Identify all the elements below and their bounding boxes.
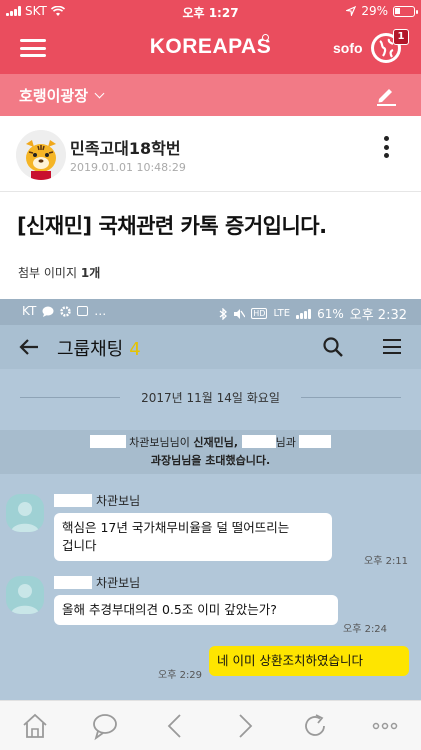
redacted-name [89, 435, 126, 448]
sender-avatar[interactable] [6, 576, 44, 614]
system-message: 차관보님님이 신재민님, 님과 과장님님을 초대했습니다. [0, 430, 421, 474]
hd-icon: HD [251, 308, 268, 319]
redacted-name [299, 435, 332, 448]
board-name: 호랭이광장 [19, 87, 89, 105]
location-arrow-icon [346, 6, 357, 16]
system-message-part1: 차관보님님이 [129, 436, 190, 449]
board-bar: 호랭이광장 [0, 74, 421, 116]
system-message-part2: 신재민님, [193, 436, 239, 449]
ios-status-bar: SKT 오후 1:27 29% [0, 0, 421, 22]
more-options-icon[interactable] [381, 136, 391, 158]
message-line: 겁니다 [62, 538, 97, 553]
message-line: 네 이미 상환조치하였습니다 [217, 653, 363, 668]
sofo-link[interactable]: sofo [333, 40, 363, 56]
message-line: 올해 추경부대의견 0.5조 이미 갚았는가? [62, 602, 277, 617]
home-icon[interactable] [20, 711, 50, 741]
message-bubble[interactable]: 핵심은 17년 국가채무비율을 덜 떨어뜨리는 겁니다 [54, 513, 332, 561]
system-message-part3: 님과 [275, 436, 296, 449]
redacted-name [54, 576, 92, 589]
mute-icon [234, 308, 246, 319]
battery-icon [393, 5, 418, 17]
avatar[interactable] [16, 130, 66, 180]
settings-icon [60, 305, 71, 317]
notification-badge[interactable]: 1 [393, 29, 409, 45]
bottom-navigation [0, 700, 421, 750]
forward-chevron-icon[interactable] [230, 711, 260, 741]
chat-toolbar: 그룹채팅 4 [0, 325, 421, 369]
member-count: 4 [129, 339, 141, 360]
chevron-down-icon [94, 88, 105, 99]
message-sender: 차관보님 [54, 574, 140, 591]
chat-title-text: 그룹채팅 [57, 339, 124, 360]
attached-chat-image[interactable]: KT … HD LTE 61% 오후 2:32 그룹채팅 4 2017년 11월 … [0, 299, 421, 700]
system-message-part4: 과장님님을 초대했습니다. [150, 454, 271, 467]
shot-battery: 61% [317, 306, 344, 321]
my-message-bubble[interactable]: 네 이미 상환조치하였습니다 [209, 646, 409, 676]
chat-bubble-icon [42, 306, 54, 317]
board-selector[interactable]: 호랭이광장 [19, 85, 105, 106]
shot-time: 오후 2:32 [349, 308, 407, 323]
tiger-mascot-icon [16, 130, 66, 180]
attachment-label: 첨부 이미지 [18, 266, 78, 280]
post-title: [신재민] 국채관련 카톡 증거입니다. [17, 214, 327, 238]
sender-avatar[interactable] [6, 494, 44, 532]
date-divider: 2017년 11월 14일 화요일 [20, 389, 401, 405]
back-arrow-icon[interactable] [18, 336, 40, 358]
chat-menu-icon[interactable] [383, 339, 401, 354]
refresh-icon[interactable] [300, 711, 330, 741]
redacted-name [54, 494, 92, 507]
more-icon[interactable] [370, 711, 400, 741]
search-icon[interactable] [322, 336, 344, 358]
brand-dot-icon [262, 34, 269, 41]
post-date: 2019.01.01 10:48:29 [70, 161, 186, 174]
shot-carrier: KT [22, 304, 37, 318]
chat-title: 그룹채팅 4 [57, 335, 141, 361]
message-time: 오후 2:29 [158, 670, 203, 681]
shot-signal-icon [296, 308, 312, 319]
more-notifications-icon: … [94, 304, 107, 318]
post-header: 민족고대18학번 2019.01.01 10:48:29 [0, 116, 421, 192]
bluetooth-icon [219, 307, 228, 320]
gallery-icon [77, 306, 89, 316]
message-time: 오후 2:24 [343, 624, 388, 635]
back-chevron-icon[interactable] [160, 711, 190, 741]
message-sender: 차관보님 [54, 492, 140, 509]
message-time: 오후 2:11 [364, 556, 409, 567]
message-line: 핵심은 17년 국가채무비율을 덜 떨어뜨리는 [62, 520, 290, 535]
pencil-icon[interactable] [375, 84, 397, 106]
message-bubble[interactable]: 올해 추경부대의견 0.5조 이미 갚았는가? [54, 595, 338, 625]
attachment-count: 1개 [80, 266, 101, 280]
post-author[interactable]: 민족고대18학번 [70, 135, 181, 159]
battery-percent: 29% [361, 4, 388, 18]
redacted-name [241, 435, 276, 448]
android-status-bar: KT … HD LTE 61% 오후 2:32 [0, 299, 421, 325]
network-type: LTE [273, 308, 291, 319]
date-divider-text: 2017년 11월 14일 화요일 [141, 391, 280, 405]
attachment-info: 첨부 이미지 1개 [18, 264, 100, 281]
comment-icon[interactable] [90, 711, 120, 741]
app-header: KOREAPAS sofo 1 [0, 22, 421, 74]
